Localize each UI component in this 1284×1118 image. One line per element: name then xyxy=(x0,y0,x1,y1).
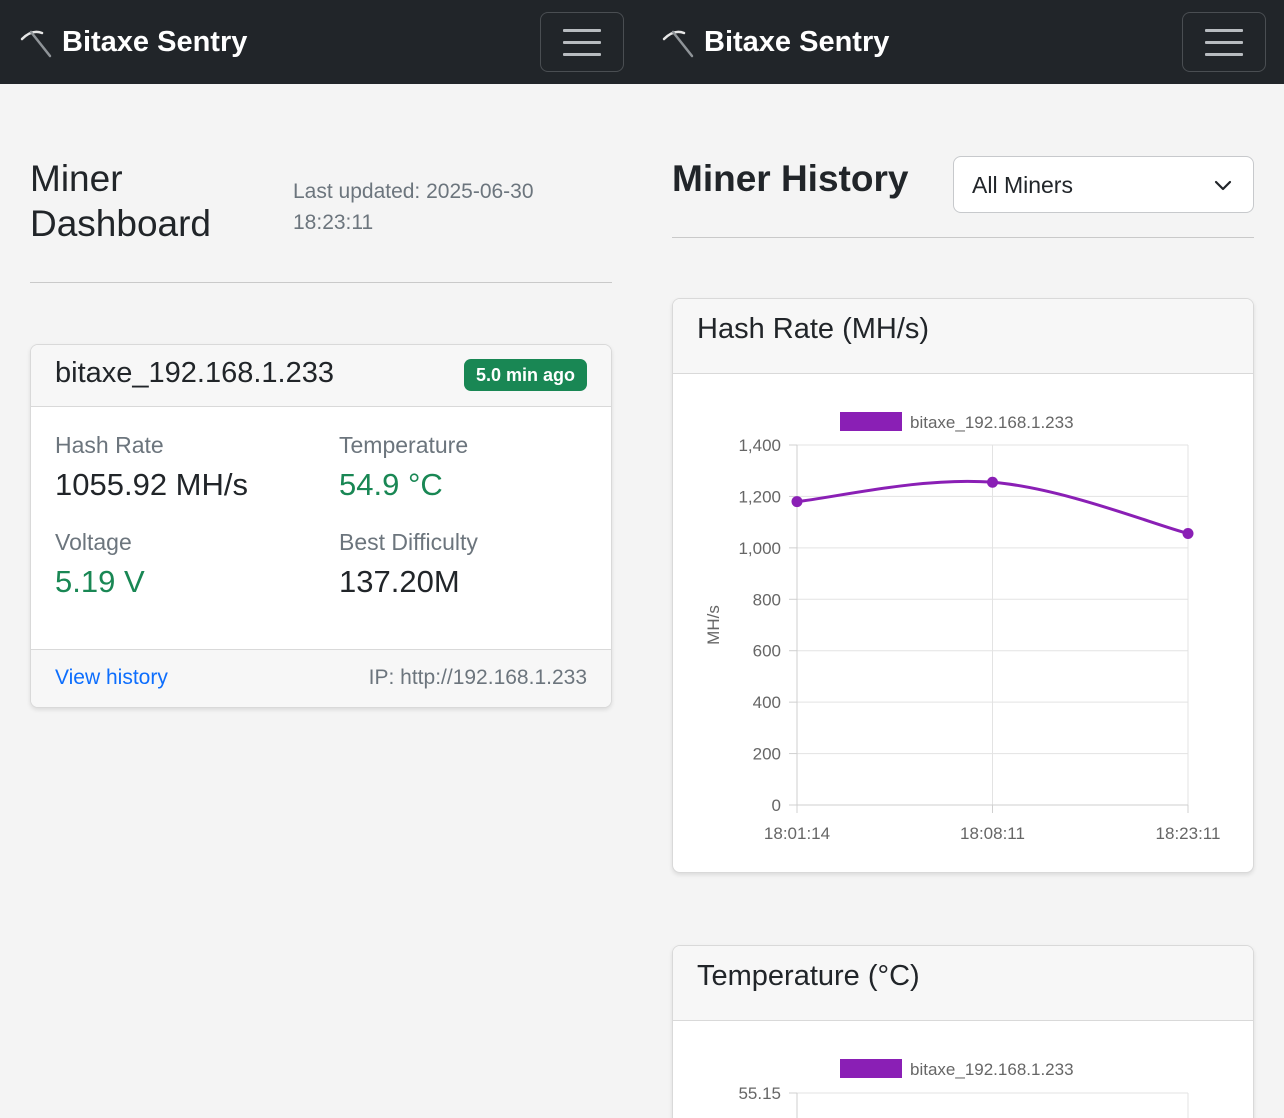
y-tick-label: 0 xyxy=(772,796,781,815)
miner-select[interactable]: All Miners xyxy=(953,156,1254,213)
chart-card-header: Temperature (°C) xyxy=(673,946,1253,1021)
pickaxe-icon xyxy=(20,30,52,58)
legend-swatch xyxy=(840,412,902,431)
hash-rate-value: 1055.92 MH/s xyxy=(55,467,248,502)
navbar: Bitaxe Sentry xyxy=(642,0,1284,84)
y-tick-label: 200 xyxy=(753,745,781,764)
dashboard-pane: Bitaxe Sentry Miner Dashboard Last updat… xyxy=(0,0,642,1118)
x-tick-label: 18:01:14 xyxy=(764,824,830,843)
brand-text: Bitaxe Sentry xyxy=(62,25,248,58)
chevron-down-icon xyxy=(1214,180,1232,191)
history-pane: Bitaxe Sentry Miner History All Miners H… xyxy=(642,0,1284,1118)
y-tick-label: 600 xyxy=(753,642,781,661)
y-axis-label: MH/s xyxy=(704,605,723,645)
hash-rate-chart-card: Hash Rate (MH/s) bitaxe_192.168.1.233 0 20… xyxy=(672,298,1254,873)
view-history-link[interactable]: View history xyxy=(55,666,168,690)
y-tick-label: 1,200 xyxy=(738,487,781,506)
temperature-value: 54.9 °C xyxy=(339,467,443,502)
data-point xyxy=(987,476,998,488)
chart-card-title: Hash Rate (MH/s) xyxy=(697,313,930,345)
miner-card-footer: View history IP: http://192.168.1.233 xyxy=(31,649,611,707)
status-badge: 5.0 min ago xyxy=(463,359,587,391)
y-tick-label: 400 xyxy=(753,693,781,712)
miner-name: bitaxe_192.168.1.233 xyxy=(55,357,334,389)
temperature-chart-card: Temperature (°C) bitaxe_192.168.1.233 55.… xyxy=(672,945,1254,1118)
chart-card-title: Temperature (°C) xyxy=(697,960,920,992)
y-tick-label: 1,400 xyxy=(738,436,781,455)
miner-ip: IP: http://192.168.1.233 xyxy=(368,666,587,689)
hash-rate-chart: bitaxe_192.168.1.233 0 200 400 600 800 1,000 1,… xyxy=(704,412,1221,843)
voltage-label: Voltage xyxy=(55,529,132,555)
hash-rate-label: Hash Rate xyxy=(55,432,164,458)
data-point xyxy=(1182,527,1194,539)
page-title: Miner Dashboard xyxy=(30,158,212,244)
hamburger-menu-icon xyxy=(563,28,601,32)
miner-card: bitaxe_192.168.1.233 5.0 min ago Hash Ra… xyxy=(30,344,612,708)
legend-label: bitaxe_192.168.1.233 xyxy=(910,413,1074,432)
x-tick-label: 18:23:11 xyxy=(1156,824,1221,843)
pickaxe-icon xyxy=(662,30,694,58)
navbar-brand[interactable]: Bitaxe Sentry xyxy=(18,22,247,62)
temperature-label: Temperature xyxy=(339,432,469,458)
brand-text: Bitaxe Sentry xyxy=(704,25,890,58)
temperature-chart: bitaxe_192.168.1.233 55.15 xyxy=(738,1059,1189,1118)
chart-card-header: Hash Rate (MH/s) xyxy=(673,299,1253,374)
y-tick-label: 1,000 xyxy=(738,539,781,558)
miner-card-header: bitaxe_192.168.1.233 5.0 min ago xyxy=(31,345,611,407)
data-point xyxy=(791,496,803,508)
miner-select-value: All Miners xyxy=(972,172,1073,198)
divider xyxy=(30,282,612,283)
page-title: Miner History xyxy=(672,158,909,199)
divider xyxy=(672,237,1254,238)
best-difficulty-value: 137.20M xyxy=(339,564,460,599)
x-tick-label: 18:08:11 xyxy=(960,824,1025,843)
legend-swatch xyxy=(840,1059,902,1078)
last-updated-text: Last updated: 2025-06-30 18:23:11 xyxy=(293,180,534,234)
best-difficulty-label: Best Difficulty xyxy=(339,529,478,555)
navbar-brand[interactable]: Bitaxe Sentry xyxy=(660,22,889,62)
y-tick-label: 55.15 xyxy=(738,1084,781,1103)
menu-toggle-button[interactable] xyxy=(1182,12,1266,72)
y-tick-label: 800 xyxy=(753,590,781,609)
menu-toggle-button[interactable] xyxy=(540,12,624,72)
voltage-value: 5.19 V xyxy=(55,564,145,599)
legend-label: bitaxe_192.168.1.233 xyxy=(910,1060,1074,1079)
hamburger-menu-icon xyxy=(1205,28,1243,32)
navbar: Bitaxe Sentry xyxy=(0,0,642,84)
